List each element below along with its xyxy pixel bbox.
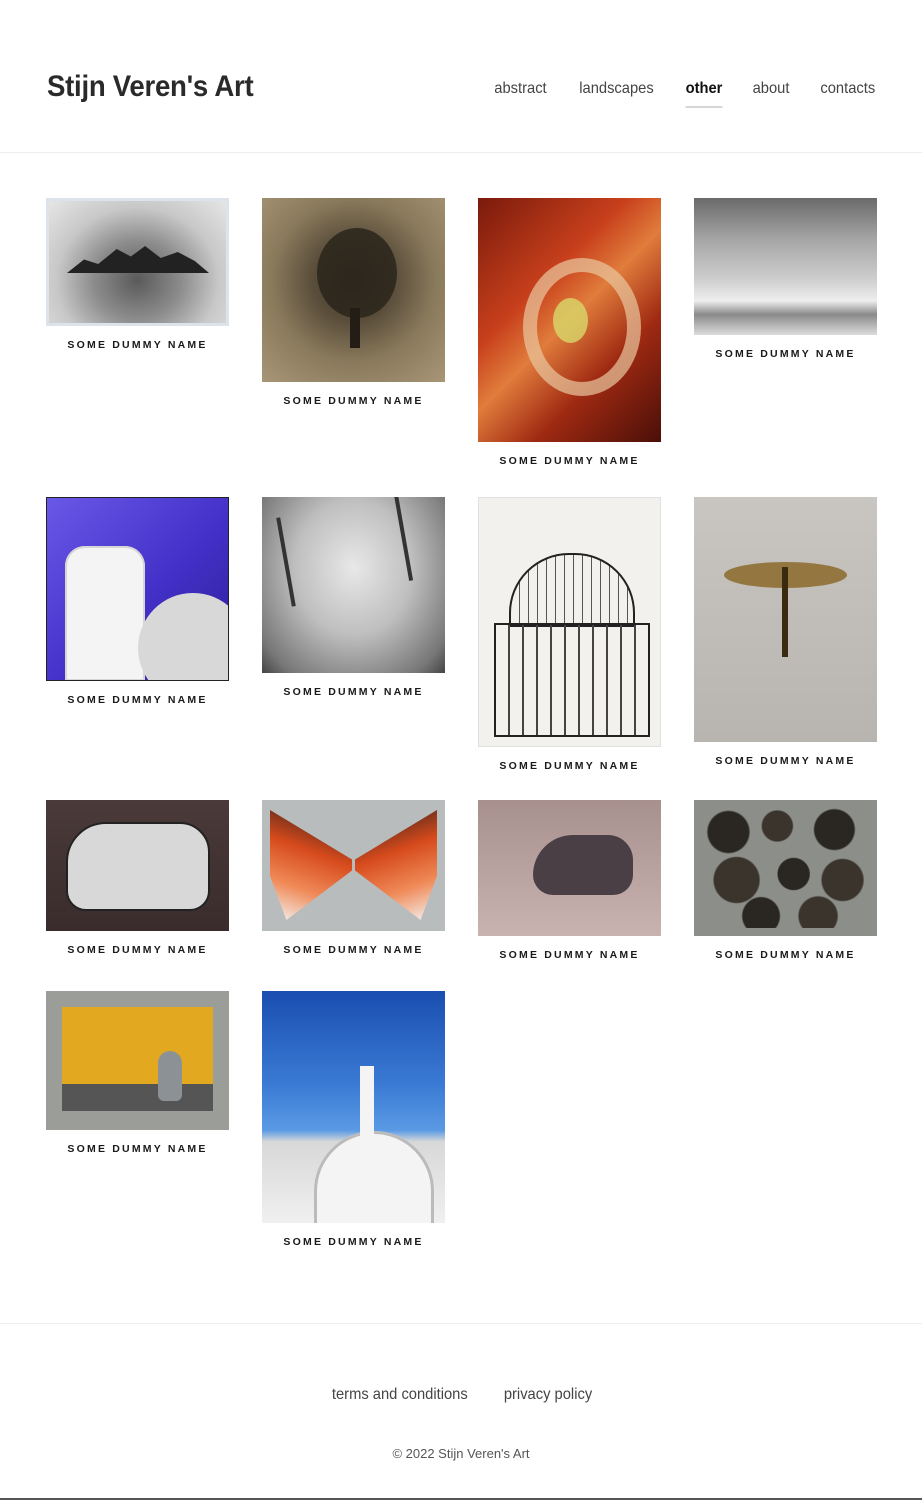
artwork-caption: Some Dummy Name [67,944,208,956]
artwork-image[interactable] [478,800,661,936]
artwork-caption: Some Dummy Name [67,1143,208,1155]
terms-and-conditions-link[interactable]: terms and conditions [332,1386,468,1404]
artwork-image[interactable] [46,198,229,326]
gallery-item[interactable]: Some Dummy Name [262,497,445,698]
nav-item-landscapes[interactable]: landscapes [580,80,654,108]
gallery-item[interactable]: Some Dummy Name [694,800,877,961]
gallery-item[interactable]: Some Dummy Name [694,497,877,767]
privacy-policy-link[interactable]: privacy policy [504,1386,592,1404]
nav-item-abstract[interactable]: abstract [495,80,547,108]
gallery-item[interactable]: Some Dummy Name [46,991,229,1155]
artwork-image[interactable] [694,800,877,936]
gallery-item[interactable]: Some Dummy Name [478,497,661,772]
footer-links: terms and conditions privacy policy [0,1386,922,1404]
artwork-image[interactable] [262,991,445,1223]
gallery-item[interactable]: Some Dummy Name [478,198,661,467]
artwork-caption: Some Dummy Name [715,348,856,360]
artwork-caption: Some Dummy Name [283,944,424,956]
site-header: Stijn Veren's Art abstract landscapes ot… [0,0,922,153]
artwork-image[interactable] [478,497,661,747]
artwork-caption: Some Dummy Name [67,694,208,706]
gallery-item[interactable]: Some Dummy Name [262,800,445,956]
artwork-image[interactable] [262,198,445,382]
artwork-caption: Some Dummy Name [283,686,424,698]
artwork-caption: Some Dummy Name [499,455,640,467]
gallery-item[interactable]: Some Dummy Name [694,198,877,360]
gallery-item[interactable]: Some Dummy Name [46,198,229,351]
nav-item-about[interactable]: about [753,80,790,108]
artwork-caption: Some Dummy Name [715,949,856,961]
gallery-item[interactable]: Some Dummy Name [262,991,445,1248]
gallery-item[interactable]: Some Dummy Name [478,800,661,961]
artwork-caption: Some Dummy Name [67,339,208,351]
copyright-text: © 2022 Stijn Veren's Art [392,1446,530,1461]
artwork-caption: Some Dummy Name [499,949,640,961]
site-footer: terms and conditions privacy policy © 20… [0,1323,922,1500]
site-title[interactable]: Stijn Veren's Art [47,70,254,104]
artwork-image[interactable] [694,497,877,742]
artwork-image[interactable] [46,497,229,681]
nav-item-contacts[interactable]: contacts [821,80,876,108]
artwork-image[interactable] [46,991,229,1130]
artwork-image[interactable] [478,198,661,442]
artwork-caption: Some Dummy Name [283,1236,424,1248]
artwork-caption: Some Dummy Name [283,395,424,407]
artwork-image[interactable] [46,800,229,931]
main-nav: abstract landscapes other about contacts [492,80,878,108]
gallery-item[interactable]: Some Dummy Name [46,497,229,706]
gallery-item[interactable]: Some Dummy Name [46,800,229,956]
artwork-caption: Some Dummy Name [499,760,640,772]
artwork-image[interactable] [262,497,445,673]
artwork-caption: Some Dummy Name [715,755,856,767]
artwork-image[interactable] [262,800,445,931]
nav-item-other[interactable]: other [685,80,723,108]
artwork-image[interactable] [694,198,877,335]
gallery-item[interactable]: Some Dummy Name [262,198,445,407]
